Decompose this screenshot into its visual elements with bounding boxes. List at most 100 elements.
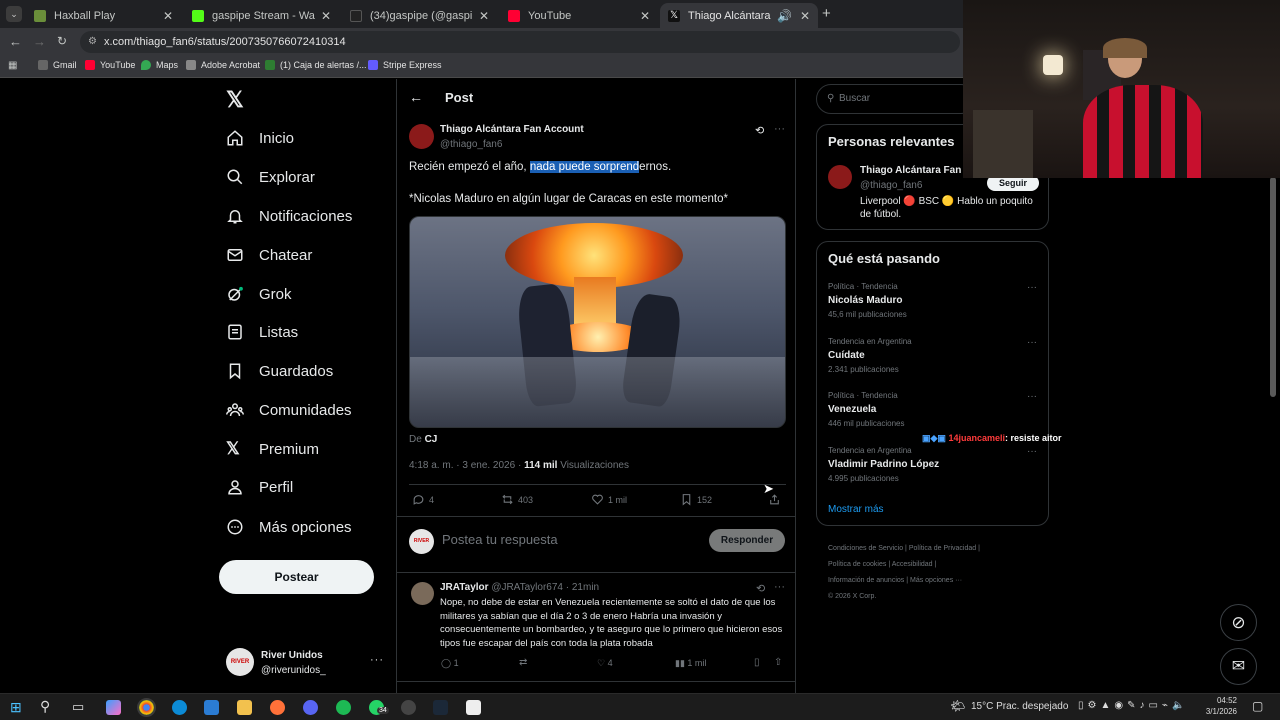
nav-grok[interactable]: Grok [226, 279, 292, 309]
edge-icon[interactable] [172, 700, 187, 715]
nav-explore[interactable]: Explorar [226, 162, 315, 192]
apps-icon[interactable]: ▦ [8, 60, 17, 71]
avatar[interactable]: RIVER [226, 648, 254, 676]
grok-float-button[interactable]: ⊘ [1220, 604, 1257, 641]
close-icon[interactable]: ✕ [800, 9, 810, 23]
show-more-link[interactable]: Mostrar más [828, 504, 884, 515]
reply-reply-button[interactable]: ◯ 1 [441, 658, 459, 669]
app-icon[interactable] [466, 700, 481, 715]
firefox-icon[interactable] [270, 700, 285, 715]
nav-lists[interactable]: Listas [226, 317, 298, 347]
bookmark-maps[interactable]: Maps [141, 60, 178, 70]
post-button[interactable]: Postear [219, 560, 374, 594]
nav-more[interactable]: Más opciones [226, 512, 352, 542]
account-menu-button[interactable]: ··· [370, 654, 384, 666]
author-handle[interactable]: @thiago_fan6 [440, 139, 502, 150]
messages-float-button[interactable]: ✉ [1220, 648, 1257, 685]
weather-text[interactable]: 15°C Prac. despejado [971, 701, 1068, 712]
reply-author-handle[interactable]: @JRATaylor674 · 21min [491, 582, 599, 593]
trend-item[interactable]: Política · Tendencia Venezuela 446 mil pub… [828, 391, 905, 428]
footer-link[interactable]: Información de anuncios [828, 577, 904, 584]
task-view-icon[interactable]: ▭ [72, 699, 84, 715]
trend-menu-button[interactable]: ··· [1027, 282, 1037, 293]
tab-kick[interactable]: gaspipe Stream - Watch Live on ✕ [184, 3, 339, 28]
tab-tiktok[interactable]: (34)gaspipe (@gaspi.pe) | TikTo ✕ [342, 3, 497, 28]
person-avatar[interactable] [828, 165, 852, 189]
reply-views[interactable]: ▮▮ 1 mil [675, 658, 706, 669]
trend-menu-button[interactable]: ··· [1027, 391, 1037, 402]
notifications-icon[interactable]: ▢ [1252, 699, 1263, 713]
tab-haxball[interactable]: Haxball Play ✕ [26, 3, 181, 28]
obs-icon[interactable] [401, 700, 416, 715]
close-icon[interactable]: ✕ [163, 9, 173, 23]
bookmark-youtube[interactable]: YouTube [85, 60, 135, 70]
bookmark-button[interactable]: 152 [680, 493, 712, 506]
author-name[interactable]: Thiago Alcántara Fan Account [440, 124, 584, 135]
speaker-icon[interactable]: 🔊 [777, 9, 792, 23]
post-video[interactable] [409, 216, 786, 428]
footer-link[interactable]: Más opciones ··· [910, 577, 962, 584]
tab-list-button[interactable]: ⌄ [6, 6, 22, 22]
source-name[interactable]: CJ [425, 434, 438, 445]
repost-button[interactable]: 403 [501, 493, 533, 506]
back-arrow-icon[interactable]: ← [409, 89, 423, 105]
windows-start-icon[interactable]: ⊞ [10, 699, 22, 716]
nav-notifications[interactable]: Notificaciones [226, 201, 352, 231]
site-info-icon[interactable]: ⚙ [88, 31, 97, 53]
grok-icon[interactable]: ⟲ [756, 582, 765, 595]
back-icon[interactable]: ← [9, 34, 22, 49]
footer-link[interactable]: Condiciones de Servicio [828, 545, 903, 552]
chrome-icon[interactable] [137, 698, 156, 717]
footer-link[interactable]: Accesibilidad [892, 561, 933, 568]
spotify-icon[interactable] [336, 700, 351, 715]
author-avatar[interactable] [409, 124, 434, 149]
folder-icon[interactable] [237, 700, 252, 715]
bookmark-acrobat[interactable]: Adobe Acrobat [186, 60, 260, 70]
reply-like-button[interactable]: ♡ 4 [597, 658, 613, 669]
like-button[interactable]: 1 mil [591, 493, 627, 506]
bookmark-gmail[interactable]: Gmail [38, 60, 77, 70]
nav-bookmarks[interactable]: Guardados [226, 356, 333, 386]
clock-date[interactable]: 3/1/2026 [1200, 707, 1237, 716]
bookmark-alerts[interactable]: (1) Caja de alertas /... [265, 60, 367, 70]
reply-author-avatar[interactable] [411, 582, 434, 605]
reload-icon[interactable]: ↻ [57, 34, 67, 48]
close-icon[interactable]: ✕ [321, 9, 331, 23]
reply-button[interactable]: 4 [412, 493, 434, 506]
trend-item[interactable]: Tendencia en Argentina Cuídate 2.341 publi… [828, 337, 912, 374]
copilot-icon[interactable] [106, 700, 121, 715]
nav-communities[interactable]: Comunidades [226, 395, 352, 425]
share-icon[interactable]: ⇧ [774, 657, 782, 668]
reply-submit-button[interactable]: Responder [709, 529, 785, 552]
reply-menu-button[interactable]: ··· [774, 581, 785, 593]
trend-item[interactable]: Tendencia en Argentina Vladimir Padrino L… [828, 446, 939, 483]
x-logo-icon[interactable]: 𝕏 [226, 87, 244, 113]
nav-premium[interactable]: 𝕏 Premium [226, 434, 319, 464]
steam-icon[interactable] [433, 700, 448, 715]
url-bar[interactable]: ⚙ x.com/thiago_fan6/status/2007350766072… [80, 31, 960, 53]
post-timestamp[interactable]: 4:18 a. m. · 3 ene. 2026 · [409, 460, 524, 471]
person-name[interactable]: Thiago Alcántara Fan [860, 165, 961, 176]
footer-link[interactable]: Política de Privacidad [909, 545, 976, 552]
bookmark-stripe[interactable]: Stripe Express [368, 60, 442, 70]
grok-icon[interactable]: ⟲ [755, 124, 764, 137]
close-icon[interactable]: ✕ [640, 9, 650, 23]
reply-input[interactable]: Postea tu respuesta [442, 532, 558, 547]
search-icon[interactable]: ⚲ [40, 698, 50, 715]
bookmark-icon[interactable]: ▯ [754, 657, 760, 668]
reply-author-name[interactable]: JRATaylor [440, 582, 489, 593]
store-icon[interactable] [204, 700, 219, 715]
page-scrollbar[interactable] [1270, 177, 1276, 397]
new-tab-button[interactable]: + [822, 5, 831, 22]
close-icon[interactable]: ✕ [479, 9, 489, 23]
person-handle[interactable]: @thiago_fan6 [860, 180, 922, 191]
trend-menu-button[interactable]: ··· [1027, 446, 1037, 457]
repost-icon[interactable]: ⇄ [519, 657, 527, 668]
nav-chat[interactable]: Chatear [226, 240, 312, 270]
post-menu-button[interactable]: ··· [774, 123, 785, 135]
trend-menu-button[interactable]: ··· [1027, 337, 1037, 348]
system-tray-icons[interactable]: ▯⚙▲◉✎♪▭⌁🔈 [1078, 700, 1188, 711]
discord-icon[interactable] [303, 700, 318, 715]
trend-item[interactable]: Política · Tendencia Nicolás Maduro 45,6 m… [828, 282, 907, 319]
search-box[interactable]: ⚲ Buscar [816, 84, 976, 114]
